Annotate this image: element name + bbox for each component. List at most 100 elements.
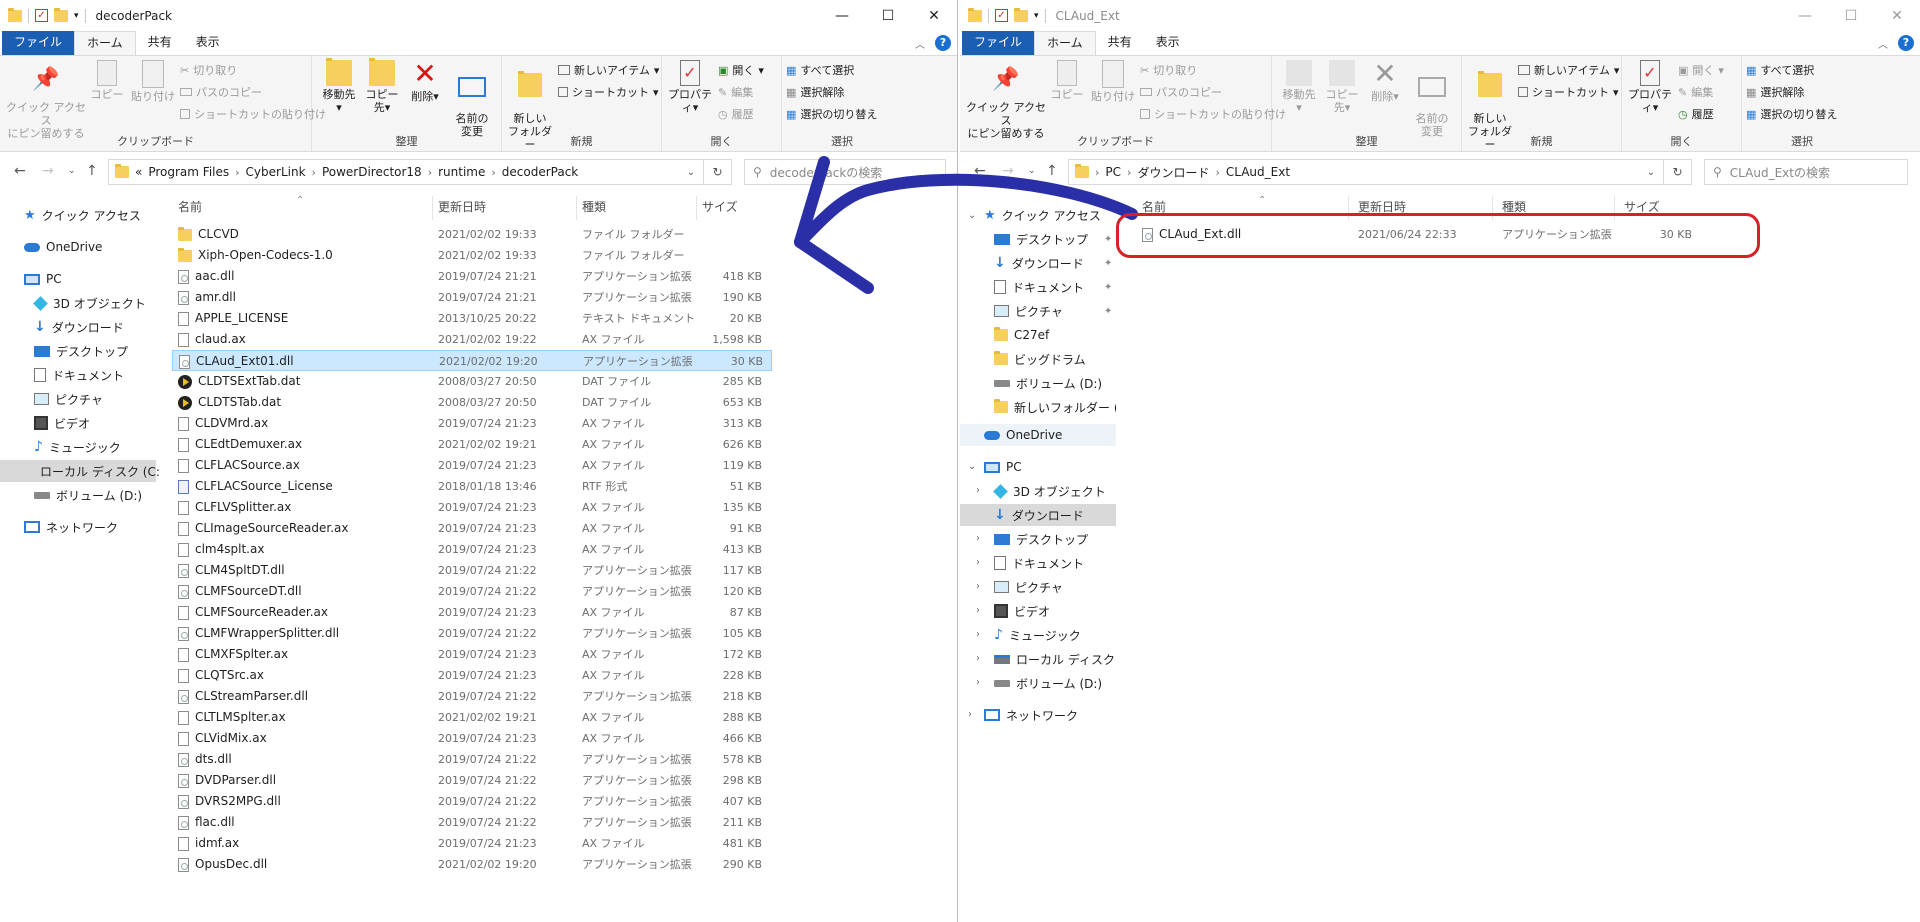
invert-selection-button[interactable]: ▦ 選択の切り替え (786, 106, 877, 122)
nav-desktop[interactable]: デスクトップ (994, 528, 1088, 550)
nav-volume-d-quick[interactable]: ボリューム (D:) (994, 372, 1102, 394)
chevron-right-icon[interactable]: › (976, 653, 980, 664)
file-row[interactable]: Xiph-Open-Codecs-1.0 2021/02/02 19:33 ファイル… (172, 245, 772, 266)
paste-button[interactable]: 貼り付け (130, 60, 176, 103)
breadcrumb-item[interactable]: PowerDirector18 (322, 165, 422, 179)
file-row[interactable]: flac.dll 2019/07/24 21:22 アプリケーション拡張 211 KB (172, 812, 772, 833)
nav-pc[interactable]: PC (984, 456, 1022, 478)
file-row[interactable]: CLEdtDemuxer.ax 2021/02/02 19:21 AX ファイル 62… (172, 434, 772, 455)
move-to-button[interactable]: 移動先▾ (1280, 60, 1318, 114)
edit-button[interactable]: ✎ 編集 (718, 84, 753, 100)
select-all-button[interactable]: ▦ すべて選択 (786, 62, 854, 78)
maximize-button[interactable]: ☐ (1828, 0, 1874, 31)
file-row[interactable]: CLMFWrapperSplitter.dll 2019/07/24 21:22 ア… (172, 623, 772, 644)
nav-downloads[interactable]: ↓ ダウンロード (34, 316, 124, 338)
invert-selection-button[interactable]: ▦ 選択の切り替え (1746, 106, 1837, 122)
chevron-right-icon[interactable]: › (976, 581, 980, 592)
customize-qat-icon[interactable]: ▾ (74, 11, 79, 21)
tab-view[interactable]: 表示 (184, 31, 232, 55)
close-button[interactable]: ✕ (1874, 0, 1920, 31)
file-row[interactable]: DVRS2MPG.dll 2019/07/24 21:22 アプリケーション拡張 40… (172, 791, 772, 812)
file-row[interactable]: CLDVMrd.ax 2019/07/24 21:23 AX ファイル 313 KB (172, 413, 772, 434)
copy-to-button[interactable]: コピー先▾ (1322, 60, 1362, 114)
delete-button[interactable]: ✕ 削除▾ (410, 60, 440, 104)
chevron-right-icon[interactable]: › (976, 605, 980, 616)
properties-button[interactable]: ✓ プロパティ▾ (1628, 60, 1672, 114)
forward-arrow-icon[interactable]: → (42, 163, 54, 179)
file-row[interactable]: dts.dll 2019/07/24 21:22 アプリケーション拡張 578 KB (172, 749, 772, 770)
pin-quick-access-button[interactable]: 📌 クイック アクセス にピン留めする (966, 60, 1046, 141)
nav-folder-bigdrum[interactable]: ビッグドラム (994, 348, 1086, 370)
file-row[interactable]: CLTLMSplter.ax 2021/02/02 19:21 AX ファイル 288… (172, 707, 772, 728)
breadcrumb-item[interactable]: runtime (438, 165, 485, 179)
nav-onedrive[interactable]: OneDrive (24, 236, 102, 258)
file-row[interactable]: clm4splt.ax 2019/07/24 21:23 AX ファイル 413 KB (172, 539, 772, 560)
rename-button[interactable]: 名前の 変更 (452, 60, 492, 138)
back-arrow-icon[interactable]: ← (14, 163, 26, 179)
chevron-right-icon[interactable]: › (1215, 166, 1219, 179)
cut-button[interactable]: ✂ 切り取り (1140, 62, 1197, 78)
nav-local-disk-c[interactable]: ローカル ディスク (C:) (994, 648, 1116, 670)
nav-pc[interactable]: PC (24, 268, 62, 290)
nav-videos[interactable]: ビデオ (994, 600, 1050, 622)
chevron-right-icon[interactable]: › (976, 533, 980, 544)
copy-path-button[interactable]: パスのコピー (1140, 84, 1222, 100)
nav-new-folder-3[interactable]: 新しいフォルダー (3) (994, 396, 1116, 418)
tab-share[interactable]: 共有 (136, 31, 184, 55)
file-row[interactable]: OpusDec.dll 2021/02/02 19:20 アプリケーション拡張 290… (172, 854, 772, 875)
file-row[interactable]: CLAud_Ext01.dll 2021/02/02 19:20 アプリケーション拡… (172, 350, 772, 371)
breadcrumb-item[interactable]: CyberLink (246, 165, 306, 179)
column-header-type[interactable]: 種類 (582, 196, 606, 220)
file-row[interactable]: aac.dll 2019/07/24 21:21 アプリケーション拡張 418 KB (172, 266, 772, 287)
search-box[interactable]: ⚲ CLAud_Extの検索 (1704, 159, 1908, 185)
nav-quick-access[interactable]: ★ クイック アクセス (24, 204, 141, 226)
nav-network[interactable]: ネットワーク (984, 704, 1078, 726)
breadcrumb-item[interactable]: decoderPack (502, 165, 578, 179)
new-item-button[interactable]: 新しいアイテム ▾ (1518, 62, 1619, 78)
close-button[interactable]: ✕ (911, 0, 957, 31)
help-icon[interactable]: ? (935, 35, 951, 51)
help-icon[interactable]: ? (1898, 35, 1914, 51)
rename-button[interactable]: 名前の 変更 (1412, 60, 1452, 138)
select-none-button[interactable]: ▦ 選択解除 (1746, 84, 1804, 100)
column-header-size[interactable]: サイズ (702, 196, 738, 220)
refresh-icon[interactable]: ↻ (1663, 160, 1691, 184)
chevron-right-icon[interactable]: › (976, 485, 980, 496)
chevron-right-icon[interactable]: › (428, 166, 432, 179)
cut-button[interactable]: ✂ 切り取り (180, 62, 237, 78)
nav-3d-objects[interactable]: 3D オブジェクト (33, 292, 146, 314)
nav-documents[interactable]: ドキュメント (994, 552, 1084, 574)
column-header-date[interactable]: 更新日時 (438, 196, 486, 220)
file-row[interactable]: CLFLACSource_License 2018/01/18 13:46 RTF … (172, 476, 772, 497)
nav-documents[interactable]: ドキュメント (34, 364, 124, 386)
file-row[interactable]: CLFLVSplitter.ax 2019/07/24 21:23 AX ファイル 1… (172, 497, 772, 518)
chevron-right-icon[interactable]: › (976, 629, 980, 640)
file-row[interactable]: CLCVD 2021/02/02 19:33 ファイル フォルダー (172, 224, 772, 245)
up-arrow-icon[interactable]: ↑ (86, 163, 98, 179)
new-folder-icon[interactable] (1014, 7, 1028, 22)
address-bar[interactable]: « Program Files › CyberLink › PowerDirec… (108, 159, 732, 185)
maximize-button[interactable]: ☐ (865, 0, 911, 31)
easy-access-button[interactable]: ショートカット ▾ (558, 84, 659, 100)
open-button[interactable]: ▣ 開く ▾ (1678, 62, 1724, 78)
properties-check-icon[interactable]: ✓ (35, 9, 48, 22)
file-row[interactable]: amr.dll 2019/07/24 21:21 アプリケーション拡張 190 KB (172, 287, 772, 308)
file-row[interactable]: CLQTSrc.ax 2019/07/24 21:23 AX ファイル 228 KB (172, 665, 772, 686)
chevron-right-icon[interactable]: › (491, 166, 495, 179)
nav-music[interactable]: ♪ ミュージック (994, 624, 1081, 646)
chevron-right-icon[interactable]: › (976, 557, 980, 568)
tab-home[interactable]: ホーム (1034, 31, 1096, 55)
nav-local-disk-c[interactable]: ローカル ディスク (C:) (0, 460, 160, 482)
file-row[interactable]: CLDTSTab.dat 2008/03/27 20:50 DAT ファイル 653 … (172, 392, 772, 413)
new-item-button[interactable]: 新しいアイテム ▾ (558, 62, 659, 78)
file-row[interactable]: CLM4SpltDT.dll 2019/07/24 21:22 アプリケーション拡張… (172, 560, 772, 581)
address-dropdown-icon[interactable]: ⌄ (679, 167, 703, 178)
pin-quick-access-button[interactable]: 📌 クイック アクセス にピン留めする (6, 60, 86, 141)
paste-shortcut-button[interactable]: ショートカットの貼り付け (1140, 106, 1286, 122)
collapse-ribbon-icon[interactable]: ︿ (1878, 36, 1888, 51)
nav-volume-d[interactable]: ボリューム (D:) (994, 672, 1102, 694)
file-row[interactable]: CLMXFSplter.ax 2019/07/24 21:23 AX ファイル 172… (172, 644, 772, 665)
history-button[interactable]: ◷ 履歴 (718, 106, 754, 122)
paste-button[interactable]: 貼り付け (1090, 60, 1136, 103)
move-to-button[interactable]: 移動先▾ (320, 58, 358, 114)
